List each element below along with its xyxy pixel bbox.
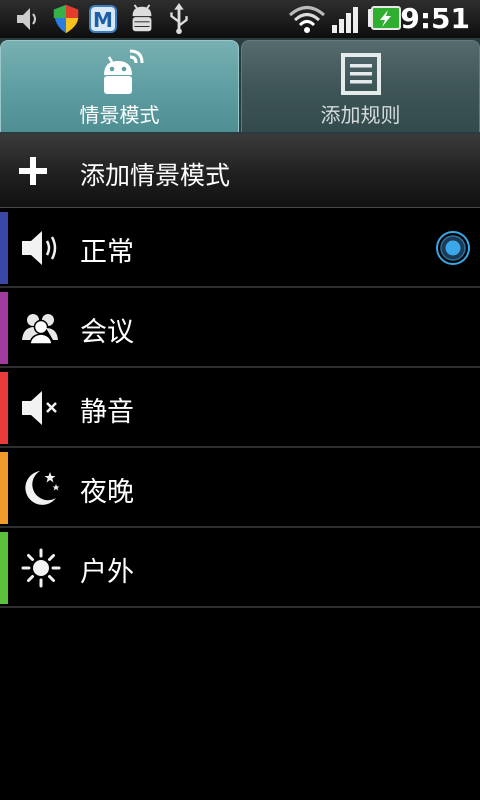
- volume-icon: [17, 8, 36, 30]
- tab-add-rule[interactable]: 添加规则: [241, 40, 480, 132]
- profile-item-outdoor[interactable]: 户外: [0, 528, 480, 608]
- clock: 9:51: [400, 2, 470, 35]
- profile-label: 会议: [80, 317, 134, 348]
- profile-item-normal[interactable]: 正常: [0, 208, 480, 288]
- radio-selected[interactable]: [435, 230, 471, 266]
- tab-profiles-label: 情景模式: [79, 103, 160, 127]
- moon-icon: [25, 471, 60, 505]
- shield-icon: [53, 4, 79, 34]
- svg-text:M: M: [93, 8, 113, 32]
- profile-list: 正常 会议 静音 夜晚 户外: [0, 208, 480, 608]
- tab-add-rule-label: 添加规则: [320, 103, 401, 127]
- status-bar: M 9:51: [0, 0, 480, 38]
- tab-profiles[interactable]: 情景模式: [0, 40, 239, 132]
- people-icon: [22, 314, 58, 345]
- profile-label: 户外: [80, 557, 134, 588]
- sun-icon: [21, 548, 61, 588]
- wifi-icon: [289, 6, 325, 33]
- profile-label: 夜晚: [80, 477, 134, 508]
- profile-item-meeting[interactable]: 会议: [0, 288, 480, 368]
- battery-charging-icon: [368, 6, 401, 30]
- profile-label: 正常: [80, 237, 134, 268]
- profile-icon: [103, 49, 143, 94]
- profile-color-strip: [0, 372, 8, 444]
- profile-color-strip: [0, 292, 8, 364]
- profile-color-strip: [0, 532, 8, 604]
- profile-label: 静音: [80, 397, 134, 428]
- plus-icon: [19, 157, 47, 185]
- signal-icon: [332, 7, 358, 33]
- add-profile-label: 添加情景模式: [80, 161, 231, 190]
- profile-item-night[interactable]: 夜晚: [0, 448, 480, 528]
- rules-list-icon: [340, 53, 381, 95]
- android-debug-icon: [132, 4, 152, 32]
- app-m-icon: M: [89, 5, 117, 33]
- profile-item-silent[interactable]: 静音: [0, 368, 480, 448]
- add-profile-button[interactable]: 添加情景模式: [0, 134, 480, 208]
- profile-color-strip: [0, 452, 8, 524]
- speaker-icon: [22, 231, 57, 265]
- tab-bar: 情景模式 添加规则: [0, 38, 480, 134]
- usb-icon: [170, 3, 188, 35]
- mute-icon: [22, 391, 57, 425]
- profile-color-strip: [0, 212, 8, 284]
